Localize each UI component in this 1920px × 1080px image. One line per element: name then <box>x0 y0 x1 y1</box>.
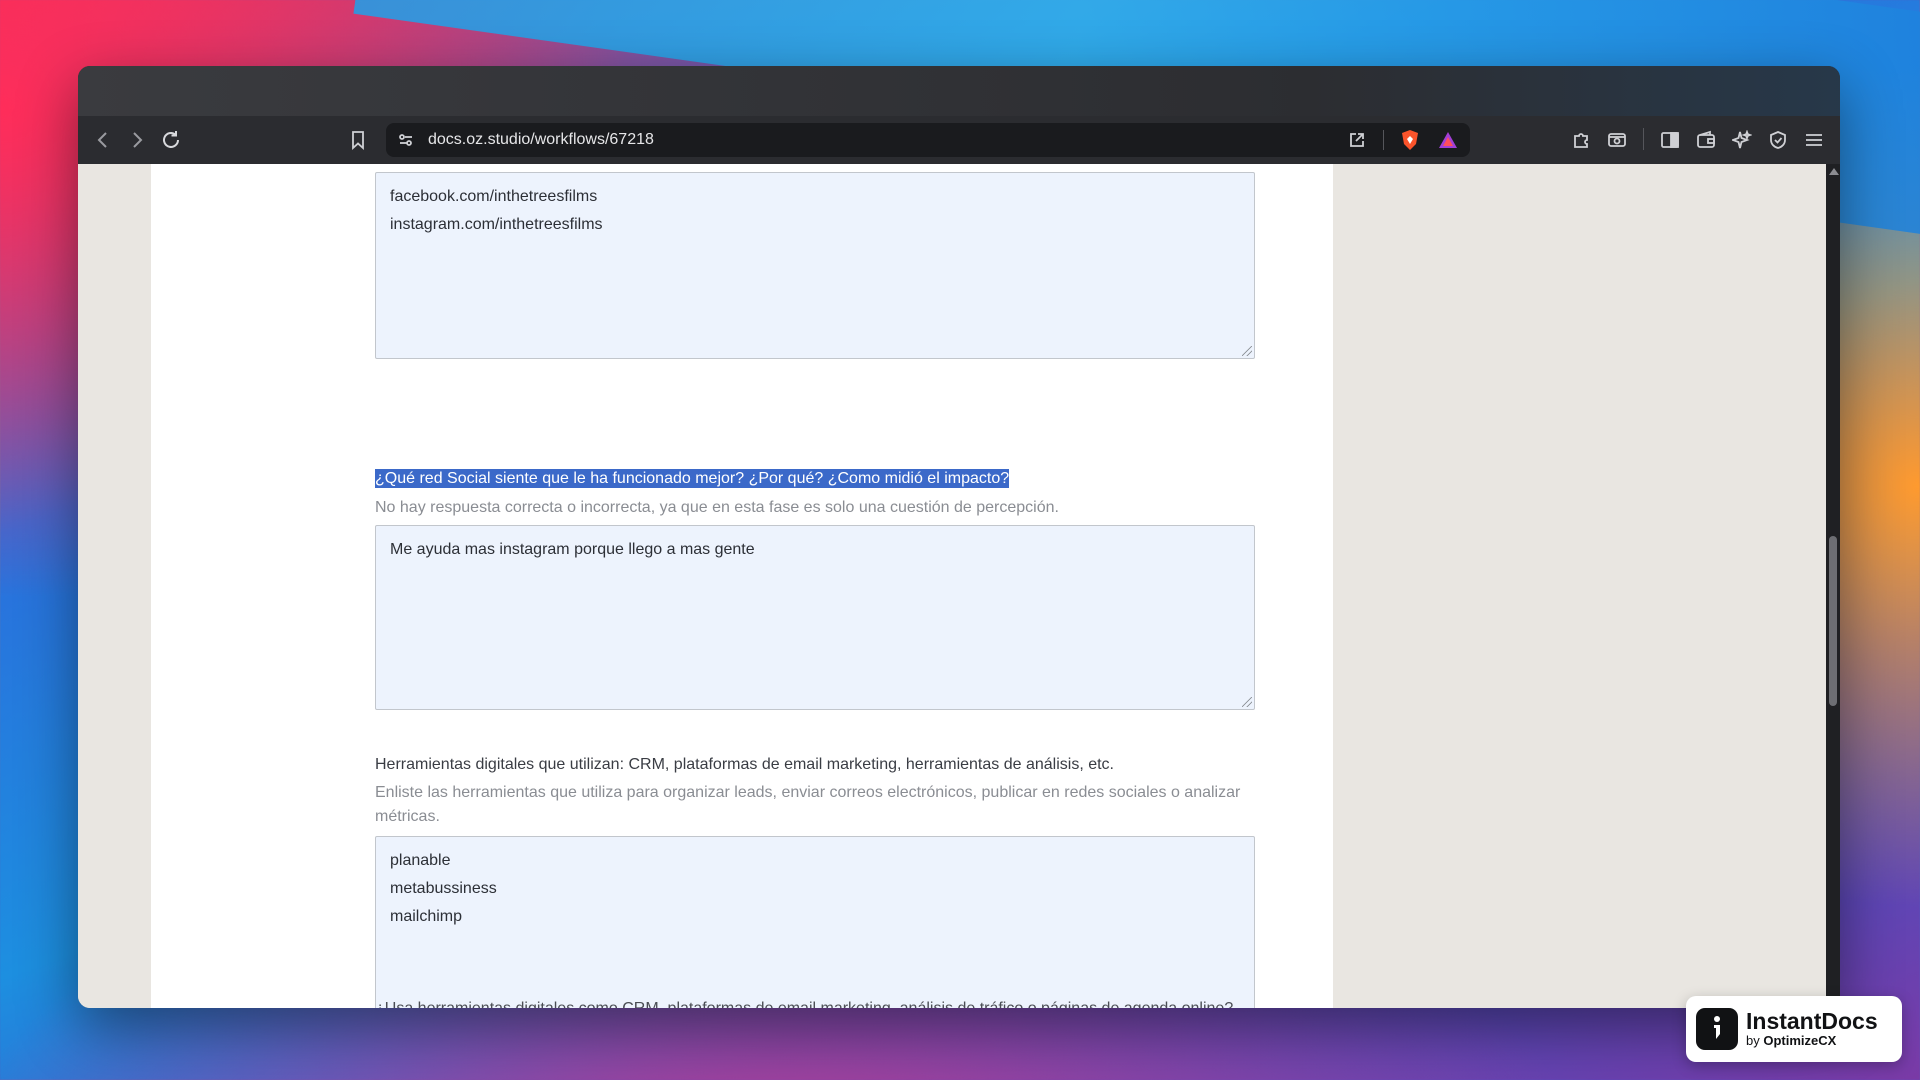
wallet-icon[interactable] <box>1694 128 1718 152</box>
question-digital-tools: Herramientas digitales que utilizan: CRM… <box>375 756 1114 773</box>
field-line: facebook.com/inthetreesfilms <box>390 188 598 205</box>
resize-grip-icon[interactable] <box>1242 346 1252 356</box>
badge-brand: OptimizeCX <box>1763 1033 1837 1048</box>
leo-ai-icon[interactable] <box>1730 128 1754 152</box>
brave-shield-icon[interactable] <box>1398 128 1422 152</box>
best-network-field[interactable]: Me ayuda mas instagram porque llego a ma… <box>375 525 1255 710</box>
bookmark-icon[interactable] <box>346 128 370 152</box>
field-line: Me ayuda mas instagram porque llego a ma… <box>390 541 755 558</box>
badge-text: InstantDocs by OptimizeCX <box>1746 1009 1878 1049</box>
extensions-icon[interactable] <box>1569 128 1593 152</box>
address-bar[interactable]: docs.oz.studio/workflows/67218 <box>386 123 1470 157</box>
scroll-up-arrow-icon[interactable] <box>1829 168 1839 175</box>
badge-title: InstantDocs <box>1746 1008 1878 1034</box>
instantdocs-badge: InstantDocs by OptimizeCX <box>1686 996 1902 1062</box>
toolbar-right-icons <box>1569 128 1826 152</box>
instantdocs-logo-icon <box>1696 1008 1738 1050</box>
field-line: planable <box>390 852 451 869</box>
hint-best-network: No hay respuesta correcta o incorrecta, … <box>375 499 1059 516</box>
url-divider <box>1383 130 1384 150</box>
social-links-field[interactable]: facebook.com/inthetreesfilms instagram.c… <box>375 172 1255 359</box>
page-viewport: facebook.com/inthetreesfilms instagram.c… <box>78 164 1840 1008</box>
form-page: facebook.com/inthetreesfilms instagram.c… <box>151 164 1333 1008</box>
sidebar-toggle-icon[interactable] <box>1658 128 1682 152</box>
toolbar-divider <box>1643 128 1644 150</box>
back-icon[interactable] <box>88 125 118 155</box>
site-settings-icon[interactable] <box>394 128 418 152</box>
forward-icon[interactable] <box>122 125 152 155</box>
field-line: mailchimp <box>390 908 463 925</box>
scroll-thumb[interactable] <box>1829 536 1837 706</box>
field-line: instagram.com/inthetreesfilms <box>390 216 603 233</box>
vpn-shield-icon[interactable] <box>1766 128 1790 152</box>
url-text[interactable]: docs.oz.studio/workflows/67218 <box>428 131 654 149</box>
question-text-selected: ¿Qué red Social siente que le ha funcion… <box>375 469 1010 488</box>
share-icon[interactable] <box>1345 128 1369 152</box>
browser-window: docs.oz.studio/workflows/67218 facebook.… <box>78 66 1840 1008</box>
reload-icon[interactable] <box>156 125 186 155</box>
reader-mode-icon[interactable] <box>1605 128 1629 152</box>
question-best-network: ¿Qué red Social siente que le ha funcion… <box>375 468 1010 490</box>
menu-icon[interactable] <box>1802 128 1826 152</box>
digital-tools-field[interactable]: planable metabussiness mailchimp <box>375 836 1255 1008</box>
left-gutter <box>78 164 151 1008</box>
hint-digital-tools: Enliste las herramientas que utiliza par… <box>375 784 1241 825</box>
resize-grip-icon[interactable] <box>1242 697 1252 707</box>
brave-rewards-icon[interactable] <box>1436 128 1460 152</box>
badge-subtitle: by OptimizeCX <box>1746 1033 1878 1049</box>
window-titlebar <box>78 66 1840 116</box>
page-scrollbar[interactable] <box>1826 164 1840 1008</box>
next-question-partial: ¿Usa herramientas digitales como CRM, pl… <box>375 1000 1255 1008</box>
badge-by: by <box>1746 1033 1760 1048</box>
field-line: metabussiness <box>390 880 497 897</box>
browser-toolbar: docs.oz.studio/workflows/67218 <box>78 116 1840 164</box>
